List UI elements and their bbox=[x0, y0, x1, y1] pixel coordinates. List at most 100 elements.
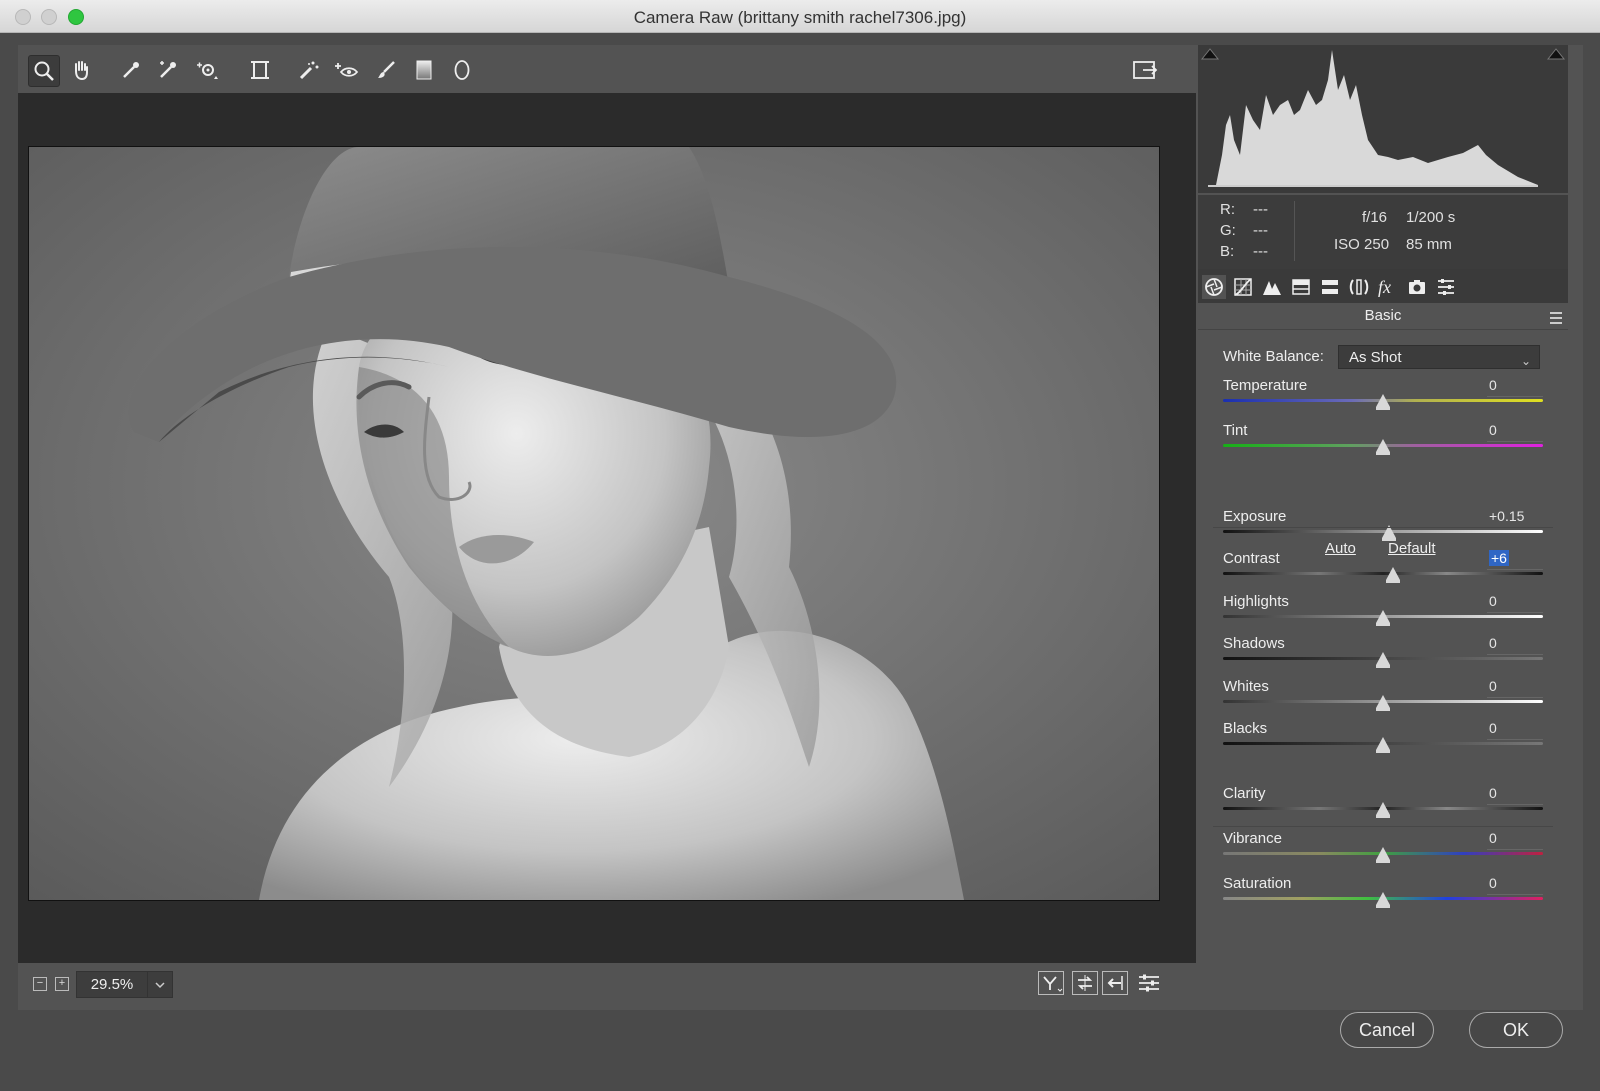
window-title: Camera Raw (brittany smith rachel7306.jp… bbox=[633, 8, 967, 27]
exposure-value-field[interactable]: +0.15 bbox=[1487, 508, 1543, 528]
white-balance-tool[interactable] bbox=[116, 55, 146, 85]
panel-tabs: fx bbox=[1198, 269, 1568, 303]
contrast-label: Contrast bbox=[1223, 550, 1280, 567]
panel-menu-icon[interactable] bbox=[1550, 312, 1562, 324]
vibrance-value-field[interactable]: 0 bbox=[1487, 830, 1543, 850]
whites-slider-thumb[interactable] bbox=[1376, 695, 1390, 711]
shadows-value-field[interactable]: 0 bbox=[1487, 635, 1543, 655]
ok-button[interactable]: OK bbox=[1469, 1012, 1563, 1048]
tab-presets[interactable] bbox=[1434, 275, 1458, 299]
white-balance-select[interactable]: As Shot ⌄ bbox=[1338, 345, 1540, 369]
blacks-value-field[interactable]: 0 bbox=[1487, 720, 1543, 740]
radial-filter-icon bbox=[454, 60, 470, 80]
toggle-fullscreen-button[interactable] bbox=[1130, 55, 1160, 85]
basic-panel-body: White Balance: As Shot ⌄ Temperature 0 Tin… bbox=[1198, 330, 1568, 1010]
temperature-slider-thumb[interactable] bbox=[1376, 394, 1390, 410]
slider-blacks: Blacks 0 bbox=[1223, 720, 1543, 764]
temperature-value-field[interactable]: 0 bbox=[1487, 377, 1543, 397]
blacks-slider-thumb[interactable] bbox=[1376, 737, 1390, 753]
tab-lens-corrections[interactable] bbox=[1347, 275, 1371, 299]
g-label: G: bbox=[1220, 222, 1236, 239]
contrast-slider-thumb[interactable] bbox=[1385, 567, 1400, 583]
spot-removal-tool[interactable] bbox=[293, 55, 323, 85]
shadows-slider-thumb[interactable] bbox=[1376, 652, 1390, 668]
blacks-value: 0 bbox=[1489, 720, 1497, 736]
toolbar bbox=[18, 45, 1196, 93]
tab-basic[interactable] bbox=[1202, 275, 1226, 299]
red-eye-tool[interactable] bbox=[331, 55, 361, 85]
preview-settings-button[interactable] bbox=[1136, 971, 1162, 995]
highlights-value-field[interactable]: 0 bbox=[1487, 593, 1543, 613]
aperture-icon bbox=[1205, 278, 1223, 296]
histogram bbox=[1198, 45, 1568, 193]
tab-hsl[interactable] bbox=[1289, 275, 1313, 299]
hsl-icon bbox=[1292, 279, 1310, 295]
copy-settings-button[interactable] bbox=[1102, 971, 1128, 995]
split-toning-icon bbox=[1322, 280, 1338, 294]
presets-sliders-icon bbox=[1438, 279, 1454, 295]
tab-tone-curve[interactable] bbox=[1231, 275, 1255, 299]
vibrance-slider-thumb[interactable] bbox=[1376, 847, 1390, 863]
color-sampler-tool[interactable] bbox=[153, 55, 183, 85]
hand-tool[interactable] bbox=[66, 55, 96, 85]
camera-icon bbox=[1409, 280, 1425, 294]
slider-saturation: Saturation 0 bbox=[1223, 875, 1543, 919]
graduated-filter-icon bbox=[416, 60, 432, 80]
zoom-level-dropdown[interactable] bbox=[147, 971, 173, 998]
tint-slider-thumb[interactable] bbox=[1376, 439, 1390, 455]
before-after-view-button[interactable] bbox=[1038, 971, 1064, 995]
slider-shadows: Shadows 0 bbox=[1223, 635, 1543, 679]
targeted-adjustment-tool[interactable] bbox=[193, 55, 223, 85]
contrast-value-field[interactable]: +6 bbox=[1487, 550, 1543, 570]
saturation-value-field[interactable]: 0 bbox=[1487, 875, 1543, 895]
focal-length-value: 85 mm bbox=[1406, 236, 1452, 253]
auto-button[interactable]: Auto bbox=[1325, 540, 1356, 557]
exposure-label: Exposure bbox=[1223, 508, 1287, 525]
tab-camera-calibration[interactable] bbox=[1405, 275, 1429, 299]
iso-value: ISO 250 bbox=[1334, 236, 1390, 253]
clarity-value-field[interactable]: 0 bbox=[1487, 785, 1543, 805]
transform-tool[interactable] bbox=[245, 55, 275, 85]
clarity-slider-thumb[interactable] bbox=[1376, 802, 1390, 818]
tab-detail[interactable] bbox=[1260, 275, 1284, 299]
portrait-image bbox=[29, 147, 1159, 900]
slider-whites: Whites 0 bbox=[1223, 678, 1543, 722]
b-label: B: bbox=[1220, 243, 1235, 260]
brush-icon bbox=[378, 61, 395, 78]
swap-before-after-button[interactable] bbox=[1072, 971, 1098, 995]
zoom-in-button[interactable]: + bbox=[55, 977, 69, 991]
slider-highlights: Highlights 0 bbox=[1223, 593, 1543, 637]
blacks-label: Blacks bbox=[1223, 720, 1268, 737]
fx-icon: fx bbox=[1378, 277, 1391, 297]
radial-filter-tool[interactable] bbox=[447, 55, 477, 85]
divider bbox=[1213, 527, 1553, 528]
tint-value-field[interactable]: 0 bbox=[1487, 422, 1543, 442]
red-eye-icon bbox=[335, 63, 359, 77]
saturation-slider-thumb[interactable] bbox=[1376, 892, 1390, 908]
tab-effects[interactable]: fx bbox=[1376, 275, 1400, 299]
adjustment-brush-tool[interactable] bbox=[371, 55, 401, 85]
zoom-tool[interactable] bbox=[28, 55, 60, 87]
cancel-button[interactable]: Cancel bbox=[1340, 1012, 1434, 1048]
slider-exposure: Exposure +0.15 bbox=[1223, 508, 1543, 552]
whites-label: Whites bbox=[1223, 678, 1269, 695]
slider-clarity: Clarity 0 bbox=[1223, 785, 1543, 829]
arrow-left-icon bbox=[1107, 976, 1123, 990]
graduated-filter-tool[interactable] bbox=[409, 55, 439, 85]
whites-value-field[interactable]: 0 bbox=[1487, 678, 1543, 698]
zoom-out-button[interactable]: − bbox=[33, 977, 47, 991]
targeted-adjustment-icon bbox=[197, 62, 218, 79]
shadow-clipping-warning-icon bbox=[1200, 48, 1220, 60]
panel-title-text: Basic bbox=[1364, 307, 1402, 324]
whites-value: 0 bbox=[1489, 678, 1497, 694]
white-balance-label: White Balance: bbox=[1223, 348, 1324, 365]
zoom-level-field[interactable]: 29.5% bbox=[76, 971, 148, 998]
highlights-slider-thumb[interactable] bbox=[1376, 610, 1390, 626]
tab-split-toning[interactable] bbox=[1318, 275, 1342, 299]
image-preview-area[interactable] bbox=[18, 93, 1196, 963]
default-button[interactable]: Default bbox=[1388, 540, 1436, 557]
photo-preview[interactable] bbox=[28, 146, 1160, 901]
adjustments-panel: R: --- G: --- B: --- f/16 1/200 s ISO 25… bbox=[1198, 45, 1583, 1010]
contrast-slider-track[interactable] bbox=[1223, 572, 1543, 575]
vibrance-value: 0 bbox=[1489, 830, 1497, 846]
